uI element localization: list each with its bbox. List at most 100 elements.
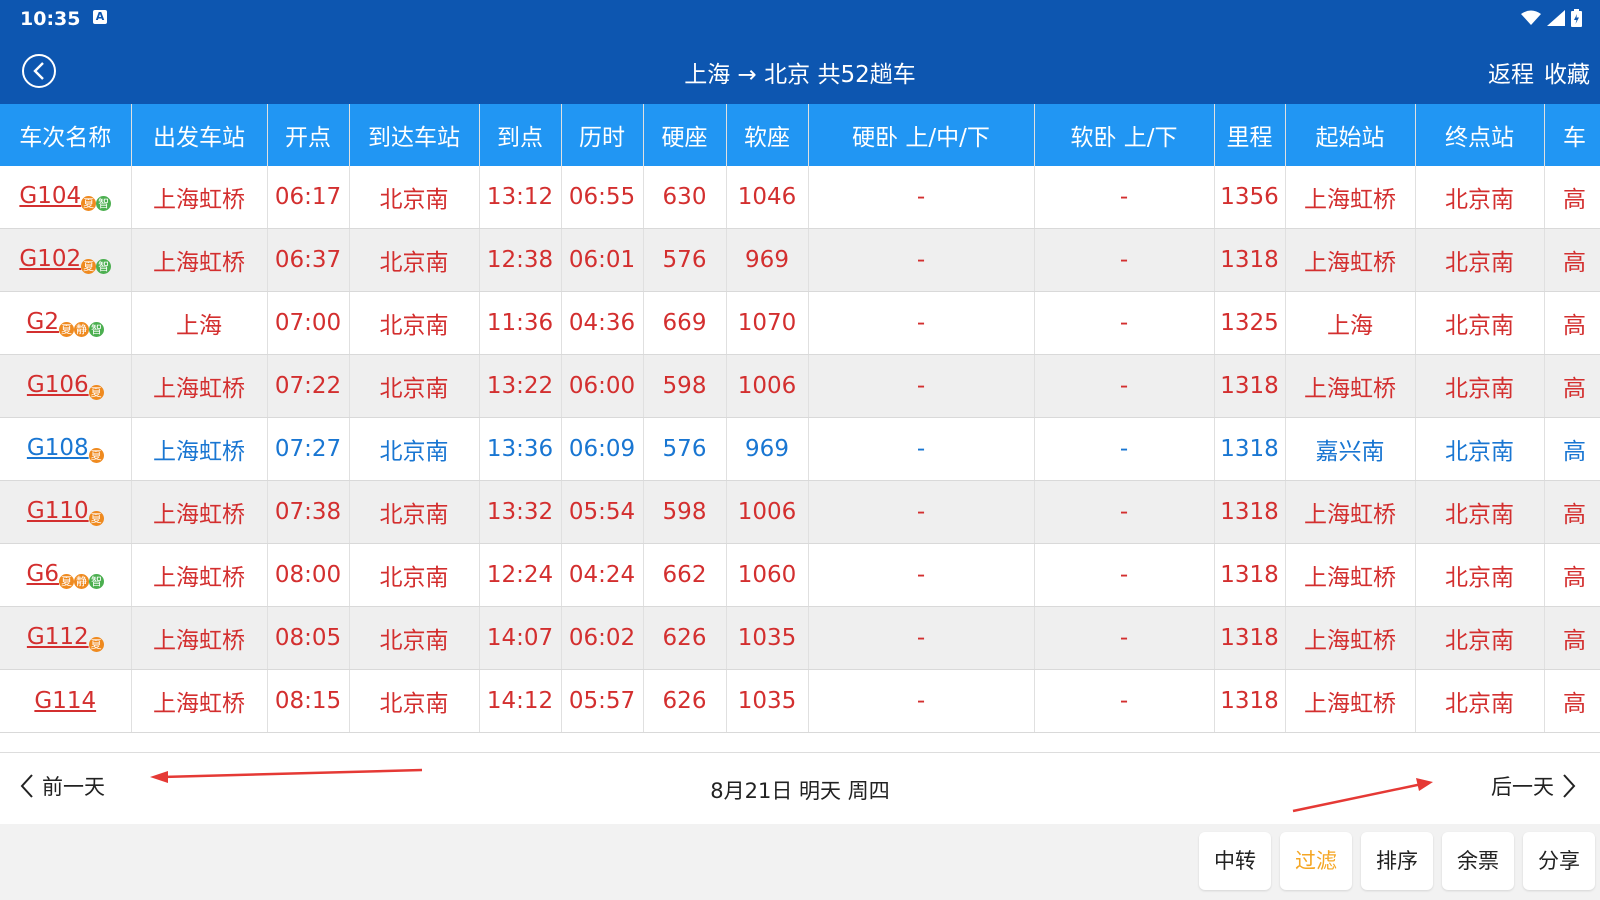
wifi-icon xyxy=(1521,10,1541,25)
mileage-cell: 1318 xyxy=(1214,543,1286,607)
soft-seat-price-cell: 969 xyxy=(726,417,809,481)
hard-sleeper-price-cell: - xyxy=(808,480,1035,544)
favorite-button[interactable]: 收藏 xyxy=(1544,55,1590,89)
train-code-link[interactable]: G112 xyxy=(27,624,89,650)
train-code-link[interactable]: G102 xyxy=(19,246,81,272)
train-feature-badge: 夏 xyxy=(58,322,74,337)
table-row[interactable]: G102 夏智上海虹桥 06:37 北京南 12:38 06:01 576 969- -1318… xyxy=(0,228,1600,292)
terminal-station-cell: 北京南 xyxy=(1415,291,1545,355)
train-type-cell: 高 xyxy=(1544,354,1600,418)
next-day-button[interactable]: 后一天 xyxy=(1491,771,1576,801)
filter-button[interactable]: 过滤 xyxy=(1280,832,1352,890)
departure-time-cell: 08:05 xyxy=(267,606,350,670)
train-code-link[interactable]: G2 xyxy=(27,309,59,335)
header-train-type[interactable]: 车 xyxy=(1544,104,1600,166)
hard-sleeper-price-cell: - xyxy=(808,228,1035,292)
return-trip-button[interactable]: 返程 xyxy=(1488,55,1534,89)
arrival-time-cell: 13:32 xyxy=(479,480,562,544)
header-hard-seat[interactable]: 硬座 xyxy=(643,104,727,166)
train-code-link[interactable]: G106 xyxy=(27,372,89,398)
duration-cell: 06:00 xyxy=(561,354,644,418)
train-code-link[interactable]: G108 xyxy=(27,435,89,461)
table-row[interactable]: G110 夏上海虹桥 07:38 北京南 13:32 05:54 598 1006- -1318… xyxy=(0,480,1600,544)
departure-station-cell: 上海虹桥 xyxy=(131,228,268,292)
terminal-station-cell: 北京南 xyxy=(1415,417,1545,481)
train-type-cell: 高 xyxy=(1544,480,1600,544)
terminal-station-cell: 北京南 xyxy=(1415,166,1545,229)
soft-seat-price-cell: 1035 xyxy=(726,606,809,670)
duration-cell: 06:02 xyxy=(561,606,644,670)
arrival-station-cell: 北京南 xyxy=(349,354,480,418)
terminal-station-cell: 北京南 xyxy=(1415,354,1545,418)
header-hard-sleeper[interactable]: 硬卧 上/中/下 xyxy=(808,104,1035,166)
page-title: 上海 → 北京 共52趟车 xyxy=(684,62,916,88)
train-code-cell[interactable]: G2 夏静智 xyxy=(0,291,132,355)
hard-seat-price-cell: 598 xyxy=(643,354,727,418)
train-code-cell[interactable]: G102 夏智 xyxy=(0,228,132,292)
arrival-time-cell: 14:07 xyxy=(479,606,562,670)
departure-time-cell: 07:27 xyxy=(267,417,350,481)
departure-time-cell: 07:22 xyxy=(267,354,350,418)
train-code-cell[interactable]: G104 夏智 xyxy=(0,166,132,229)
departure-station-cell: 上海虹桥 xyxy=(131,543,268,607)
app-bar: 上海 → 北京 共52趟车 返程 收藏 xyxy=(0,38,1600,104)
header-departure-station[interactable]: 出发车站 xyxy=(131,104,268,166)
hard-seat-price-cell: 626 xyxy=(643,669,727,733)
table-row[interactable]: G112 夏上海虹桥 08:05 北京南 14:07 06:02 626 1035- -1318… xyxy=(0,606,1600,670)
header-soft-sleeper[interactable]: 软卧 上/下 xyxy=(1034,104,1215,166)
soft-seat-price-cell: 1060 xyxy=(726,543,809,607)
header-arrival-station[interactable]: 到达车站 xyxy=(349,104,480,166)
train-code-cell[interactable]: G110 夏 xyxy=(0,480,132,544)
header-train-name[interactable]: 车次名称 xyxy=(0,104,132,166)
origin-station-cell: 上海虹桥 xyxy=(1285,166,1416,229)
tickets-button[interactable]: 余票 xyxy=(1442,832,1514,890)
header-arrival-time[interactable]: 到点 xyxy=(479,104,562,166)
transfer-button[interactable]: 中转 xyxy=(1199,832,1271,890)
header-mileage[interactable]: 里程 xyxy=(1214,104,1286,166)
train-code-link[interactable]: G110 xyxy=(27,498,89,524)
arrival-time-cell: 13:12 xyxy=(479,166,562,229)
header-soft-seat[interactable]: 软座 xyxy=(726,104,809,166)
arrival-time-cell: 13:22 xyxy=(479,354,562,418)
departure-station-cell: 上海虹桥 xyxy=(131,606,268,670)
chevron-right-icon xyxy=(1563,774,1576,798)
train-type-cell: 高 xyxy=(1544,228,1600,292)
train-code-link[interactable]: G104 xyxy=(19,183,81,209)
train-code-cell[interactable]: G108 夏 xyxy=(0,417,132,481)
departure-time-cell: 08:15 xyxy=(267,669,350,733)
table-row[interactable]: G2 夏静智上海 07:00 北京南 11:36 04:36 669 1070- -1325 上海… xyxy=(0,291,1600,355)
soft-sleeper-price-cell: - xyxy=(1034,291,1215,355)
train-table-container[interactable]: 车次名称 出发车站 开点 到达车站 到点 历时 硬座 软座 硬卧 上/中/下 软… xyxy=(0,104,1600,752)
train-code-cell[interactable]: G6 夏静智 xyxy=(0,543,132,607)
current-date-label[interactable]: 8月21日 明天 周四 xyxy=(0,775,1600,805)
hard-sleeper-price-cell: - xyxy=(808,417,1035,481)
train-feature-badge: 夏 xyxy=(88,511,104,526)
train-feature-badge: 智 xyxy=(96,259,112,274)
header-terminal-station[interactable]: 终点站 xyxy=(1415,104,1545,166)
status-bar: 10:35 A xyxy=(0,0,1600,38)
table-row[interactable]: G106 夏上海虹桥 07:22 北京南 13:22 06:00 598 1006- -1318… xyxy=(0,354,1600,418)
train-code-link[interactable]: G6 xyxy=(27,561,59,587)
table-row[interactable]: G114 上海虹桥 08:15 北京南 14:12 05:57 626 1035- -1318 上… xyxy=(0,669,1600,733)
arrival-time-cell: 11:36 xyxy=(479,291,562,355)
table-row[interactable]: G104 夏智上海虹桥 06:17 北京南 13:12 06:55 630 1046- -135… xyxy=(0,166,1600,229)
hard-seat-price-cell: 630 xyxy=(643,166,727,229)
sort-button[interactable]: 排序 xyxy=(1361,832,1433,890)
table-row[interactable]: G108 夏上海虹桥 07:27 北京南 13:36 06:09 576 969- -1318 嘉… xyxy=(0,417,1600,481)
header-origin-station[interactable]: 起始站 xyxy=(1285,104,1416,166)
train-code-cell[interactable]: G112 夏 xyxy=(0,606,132,670)
soft-seat-price-cell: 1070 xyxy=(726,291,809,355)
train-type-cell: 高 xyxy=(1544,606,1600,670)
train-code-link[interactable]: G114 xyxy=(34,688,96,714)
mileage-cell: 1318 xyxy=(1214,354,1286,418)
terminal-station-cell: 北京南 xyxy=(1415,543,1545,607)
table-header-row: 车次名称 出发车站 开点 到达车站 到点 历时 硬座 软座 硬卧 上/中/下 软… xyxy=(0,104,1600,166)
header-duration[interactable]: 历时 xyxy=(561,104,644,166)
train-code-cell[interactable]: G114 xyxy=(0,669,132,733)
train-code-cell[interactable]: G106 夏 xyxy=(0,354,132,418)
table-row[interactable]: G6 夏静智上海虹桥 08:00 北京南 12:24 04:24 662 1060- -1318… xyxy=(0,543,1600,607)
departure-time-cell: 06:37 xyxy=(267,228,350,292)
terminal-station-cell: 北京南 xyxy=(1415,606,1545,670)
header-departure-time[interactable]: 开点 xyxy=(267,104,350,166)
share-button[interactable]: 分享 xyxy=(1523,832,1595,890)
